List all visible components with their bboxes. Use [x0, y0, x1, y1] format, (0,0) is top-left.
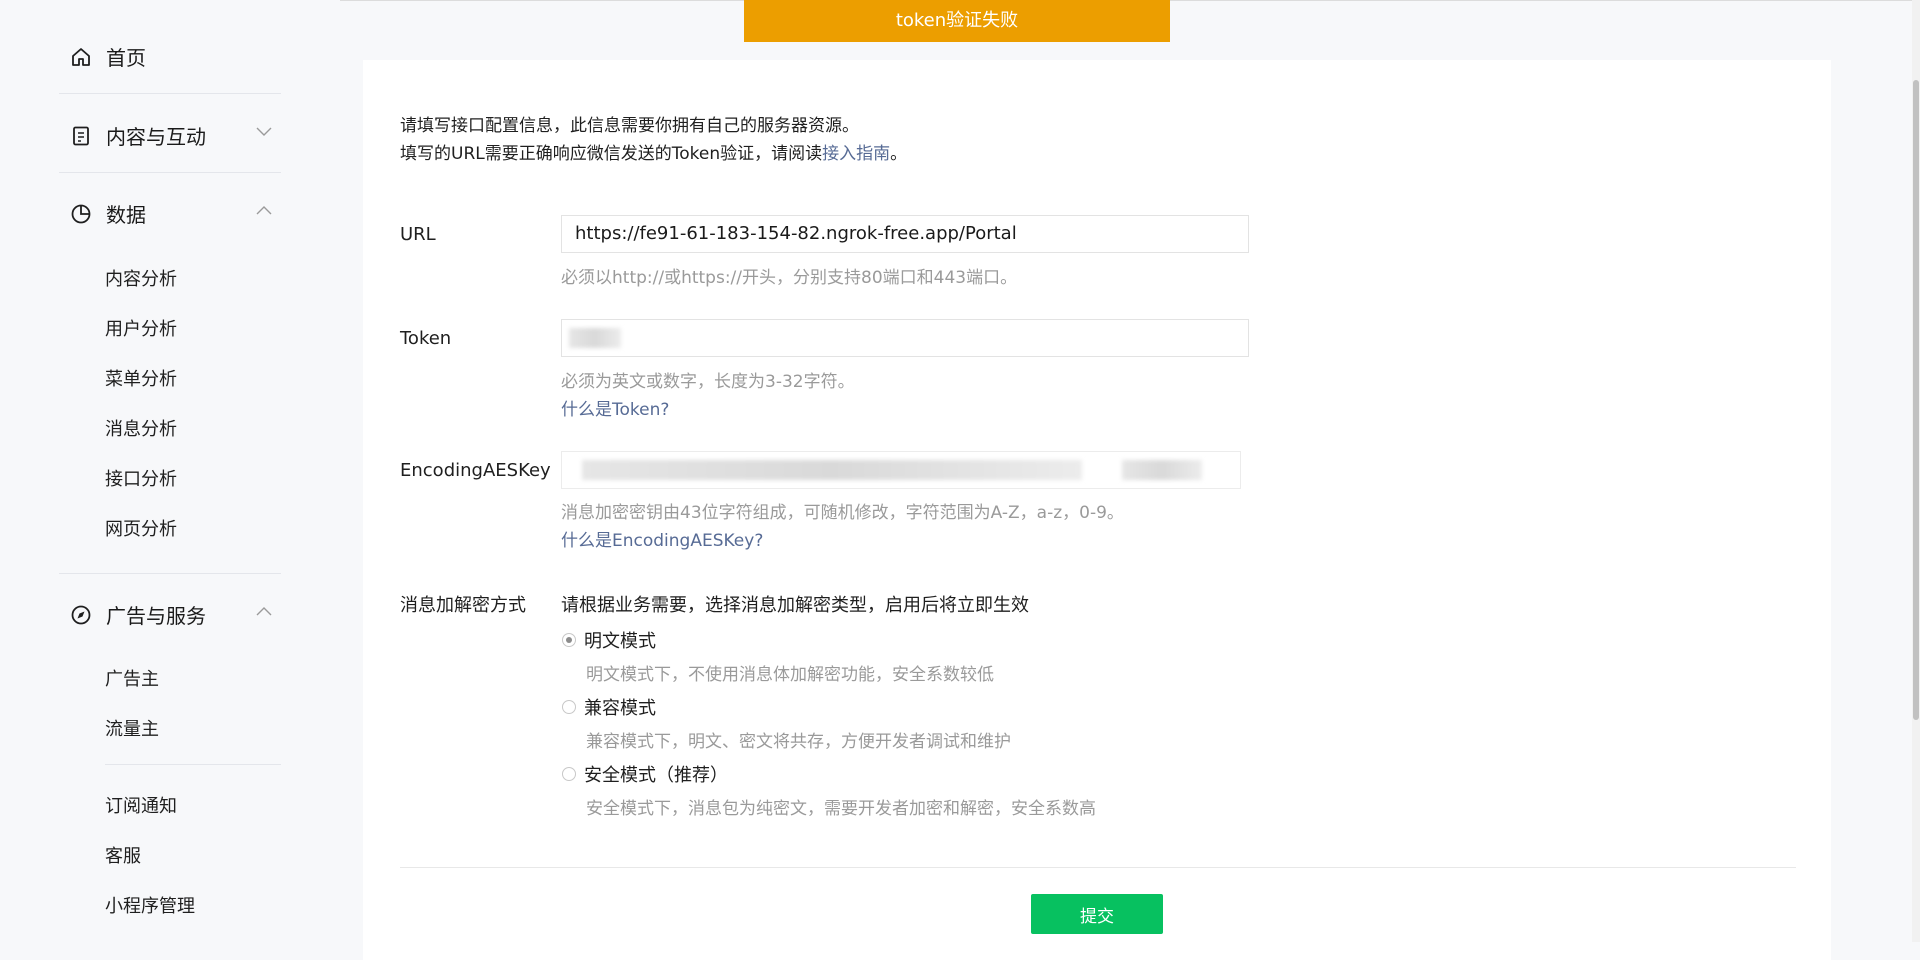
token-label: Token: [400, 328, 452, 349]
encryption-mode-desc: 请根据业务需要，选择消息加解密类型，启用后将立即生效: [561, 595, 1029, 616]
radio-secure-label: 安全模式（推荐）: [584, 765, 728, 786]
sidebar-item-content-analysis[interactable]: 内容分析: [105, 265, 177, 291]
aes-key-redacted: [582, 460, 1082, 480]
aes-key-redacted-tail: [1122, 460, 1202, 480]
submit-button[interactable]: 提交: [1031, 894, 1163, 934]
compass-icon: [71, 605, 91, 624]
radio-button[interactable]: [562, 700, 576, 714]
intro-line-2-end: 。: [890, 144, 908, 164]
sidebar-item-miniprogram-management[interactable]: 小程序管理: [105, 892, 195, 918]
nav-content-interaction[interactable]: 内容与互动: [70, 121, 272, 150]
divider: [105, 764, 281, 765]
aes-key-hint: 消息加密密钥由43位字符组成，可随机修改，字符范围为A-Z，a-z，0-9。: [561, 503, 1124, 523]
sidebar-item-message-analysis[interactable]: 消息分析: [105, 415, 177, 441]
aes-key-label: EncodingAESKey: [400, 460, 551, 481]
intro-text: 请填写接口配置信息，此信息需要你拥有自己的服务器资源。 填写的URL需要正确响应…: [400, 112, 907, 168]
radio-button-selected[interactable]: [562, 633, 576, 647]
sidebar-item-menu-analysis[interactable]: 菜单分析: [105, 365, 177, 391]
document-icon: [73, 126, 89, 145]
sidebar: 首页 内容与互动 数据 内容分析 用户分析 菜单分析 消息分析 接口分析 网页分…: [0, 0, 340, 942]
scrollbar-thumb[interactable]: [1913, 80, 1919, 720]
error-toast: token验证失败: [744, 0, 1170, 42]
radio-secure-mode[interactable]: 安全模式（推荐）: [562, 761, 728, 787]
sidebar-item-user-analysis[interactable]: 用户分析: [105, 315, 177, 341]
radio-button[interactable]: [562, 767, 576, 781]
sidebar-item-api-analysis[interactable]: 接口分析: [105, 465, 177, 491]
intro-line-2: 填写的URL需要正确响应微信发送的Token验证，请阅读接入指南。: [400, 140, 907, 168]
nav-home[interactable]: 首页: [70, 42, 146, 71]
url-label: URL: [400, 224, 436, 245]
radio-plaintext-mode[interactable]: 明文模式: [562, 627, 656, 653]
nav-home-label: 首页: [106, 46, 146, 70]
nav-data-label: 数据: [106, 203, 146, 227]
token-input[interactable]: [561, 319, 1249, 357]
what-is-token-link[interactable]: 什么是Token?: [561, 395, 669, 420]
pie-chart-icon: [71, 204, 91, 223]
scrollbar[interactable]: [1912, 0, 1920, 942]
nav-ads-services[interactable]: 广告与服务: [70, 600, 272, 629]
what-is-aes-key-link[interactable]: 什么是EncodingAESKey?: [561, 526, 763, 551]
nav-ads-services-label: 广告与服务: [106, 604, 206, 628]
chevron-down-icon: [256, 127, 272, 136]
compatible-mode-desc: 兼容模式下，明文、密文将共存，方便开发者调试和维护: [586, 732, 1011, 752]
sidebar-item-advertiser[interactable]: 广告主: [105, 665, 159, 691]
intro-line-1: 请填写接口配置信息，此信息需要你拥有自己的服务器资源。: [400, 116, 859, 136]
radio-compatible-label: 兼容模式: [584, 698, 656, 719]
sidebar-item-webpage-analysis[interactable]: 网页分析: [105, 515, 177, 541]
token-redacted: [569, 328, 621, 348]
intro-line-2-text: 填写的URL需要正确响应微信发送的Token验证，请阅读: [400, 144, 823, 164]
home-icon: [72, 47, 90, 66]
secure-mode-desc: 安全模式下，消息包为纯密文，需要开发者加密和解密，安全系数高: [586, 799, 1096, 819]
form-divider: [400, 867, 1796, 868]
divider: [59, 172, 281, 173]
url-input[interactable]: https://fe91-61-183-154-82.ngrok-free.ap…: [561, 215, 1249, 253]
url-hint: 必须以http://或https://开头，分别支持80端口和443端口。: [561, 268, 1018, 288]
divider: [59, 93, 281, 94]
sidebar-item-publisher[interactable]: 流量主: [105, 715, 159, 741]
sidebar-item-customer-service[interactable]: 客服: [105, 842, 141, 868]
nav-data[interactable]: 数据: [70, 199, 272, 228]
plaintext-mode-desc: 明文模式下，不使用消息体加解密功能，安全系数较低: [586, 665, 994, 685]
sidebar-item-subscription-notice[interactable]: 订阅通知: [105, 792, 177, 818]
token-hint: 必须为英文或数字，长度为3-32字符。: [561, 372, 855, 392]
chevron-up-icon: [256, 206, 272, 215]
radio-plaintext-label: 明文模式: [584, 631, 656, 652]
encryption-mode-label: 消息加解密方式: [400, 595, 526, 616]
aes-key-input[interactable]: [561, 451, 1241, 489]
radio-compatible-mode[interactable]: 兼容模式: [562, 694, 656, 720]
chevron-up-icon: [256, 607, 272, 616]
divider: [59, 573, 281, 574]
nav-content-interaction-label: 内容与互动: [106, 125, 206, 149]
access-guide-link[interactable]: 接入指南: [822, 144, 890, 164]
